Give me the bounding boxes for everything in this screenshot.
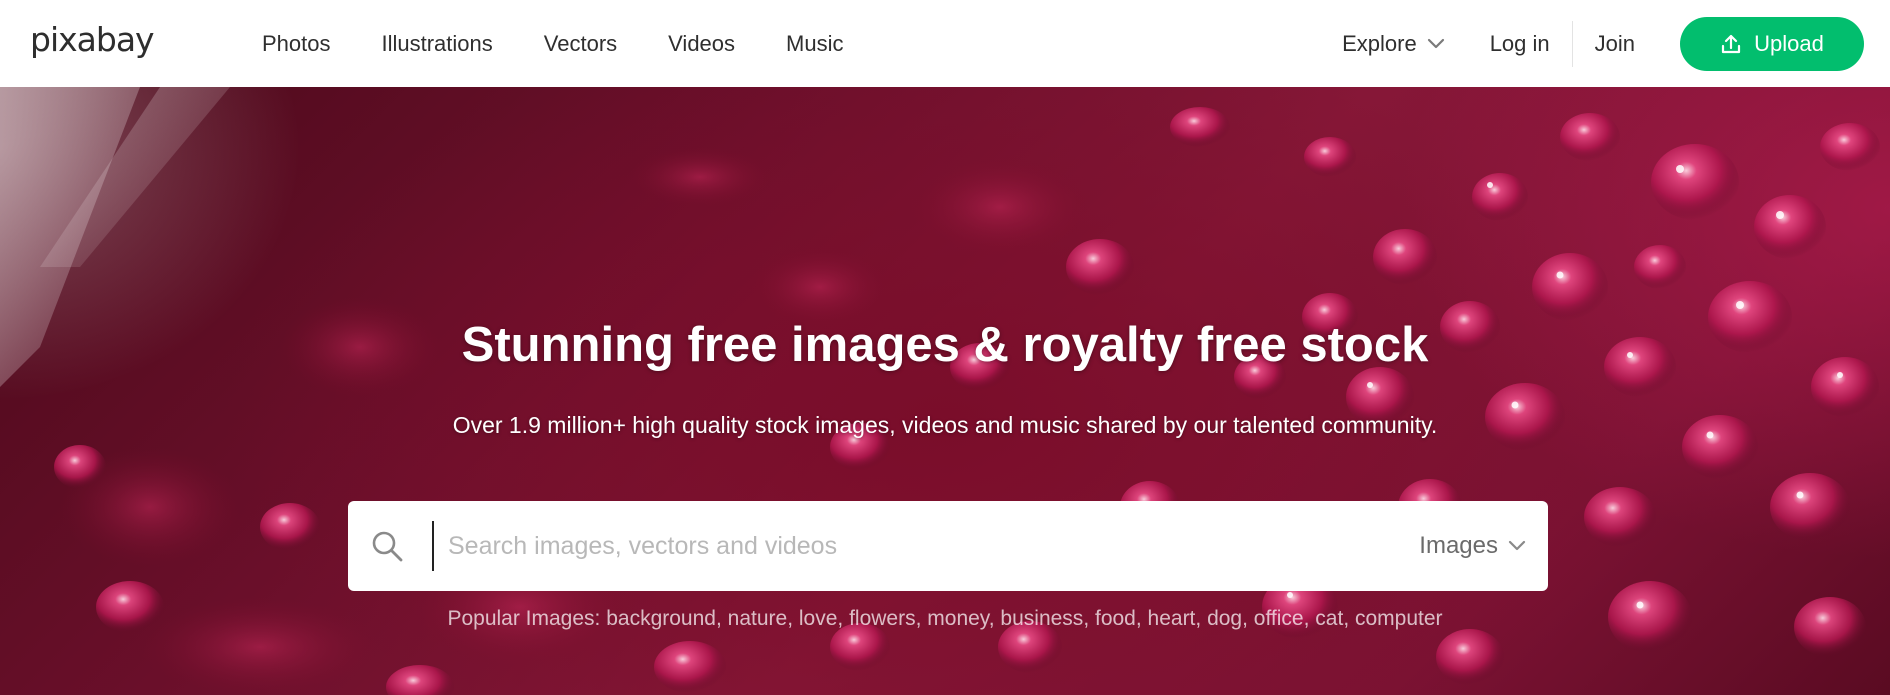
popular-searches: Popular Images: background, nature, love… (447, 607, 1443, 630)
upload-icon (1722, 34, 1741, 53)
nav-item-vectors[interactable]: Vectors (544, 31, 617, 57)
search-bar: Images (348, 501, 1548, 591)
upload-label: Upload (1754, 30, 1824, 56)
hero-section: Stunning free images & royalty free stoc… (0, 87, 1890, 695)
popular-tag[interactable]: nature (728, 607, 788, 630)
nav-item-photos[interactable]: Photos (262, 31, 331, 57)
popular-tag[interactable]: cat (1315, 607, 1343, 630)
chevron-down-icon (1508, 540, 1526, 551)
popular-label: Popular Images: (447, 607, 601, 630)
popular-tag[interactable]: love (799, 607, 838, 630)
nav-divider (1571, 20, 1573, 67)
join-link[interactable]: Join (1595, 31, 1635, 57)
popular-tag[interactable]: background (606, 607, 716, 630)
hero-subtitle: Over 1.9 million+ high quality stock ima… (452, 412, 1438, 438)
hero-title: Stunning free images & royalty free stoc… (461, 318, 1429, 372)
search-icon-button[interactable] (370, 529, 418, 563)
nav-item-videos[interactable]: Videos (668, 31, 735, 57)
popular-tag[interactable]: business (1000, 607, 1083, 630)
chevron-down-icon (1427, 38, 1444, 48)
explore-menu-button[interactable]: Explore (1342, 31, 1445, 57)
popular-tag[interactable]: flowers (849, 607, 916, 630)
explore-label: Explore (1342, 30, 1417, 56)
popular-tag[interactable]: computer (1355, 607, 1443, 630)
top-navigation-bar: pixabay Photos Illustrations Vectors Vid… (0, 0, 1890, 87)
water-drops-background (0, 87, 1880, 695)
account-nav: Explore Log in Join Upload (1342, 0, 1864, 87)
pixabay-logo[interactable]: pixabay (30, 20, 155, 59)
media-type-dropdown[interactable]: Images (1419, 532, 1526, 560)
search-input[interactable] (432, 521, 1400, 571)
popular-tag[interactable]: heart (1148, 607, 1196, 630)
popular-tag[interactable]: food (1095, 607, 1136, 630)
nav-item-music[interactable]: Music (786, 31, 843, 57)
popular-tag[interactable]: dog (1207, 607, 1242, 630)
search-icon (372, 531, 403, 562)
upload-button[interactable]: Upload (1680, 16, 1864, 71)
popular-tag[interactable]: money (927, 607, 988, 630)
login-link[interactable]: Log in (1490, 31, 1572, 57)
main-nav: Photos Illustrations Vectors Videos Musi… (262, 0, 894, 87)
media-type-label: Images (1419, 532, 1498, 559)
popular-tag[interactable]: office (1254, 607, 1304, 630)
nav-item-illustrations[interactable]: Illustrations (382, 31, 493, 57)
